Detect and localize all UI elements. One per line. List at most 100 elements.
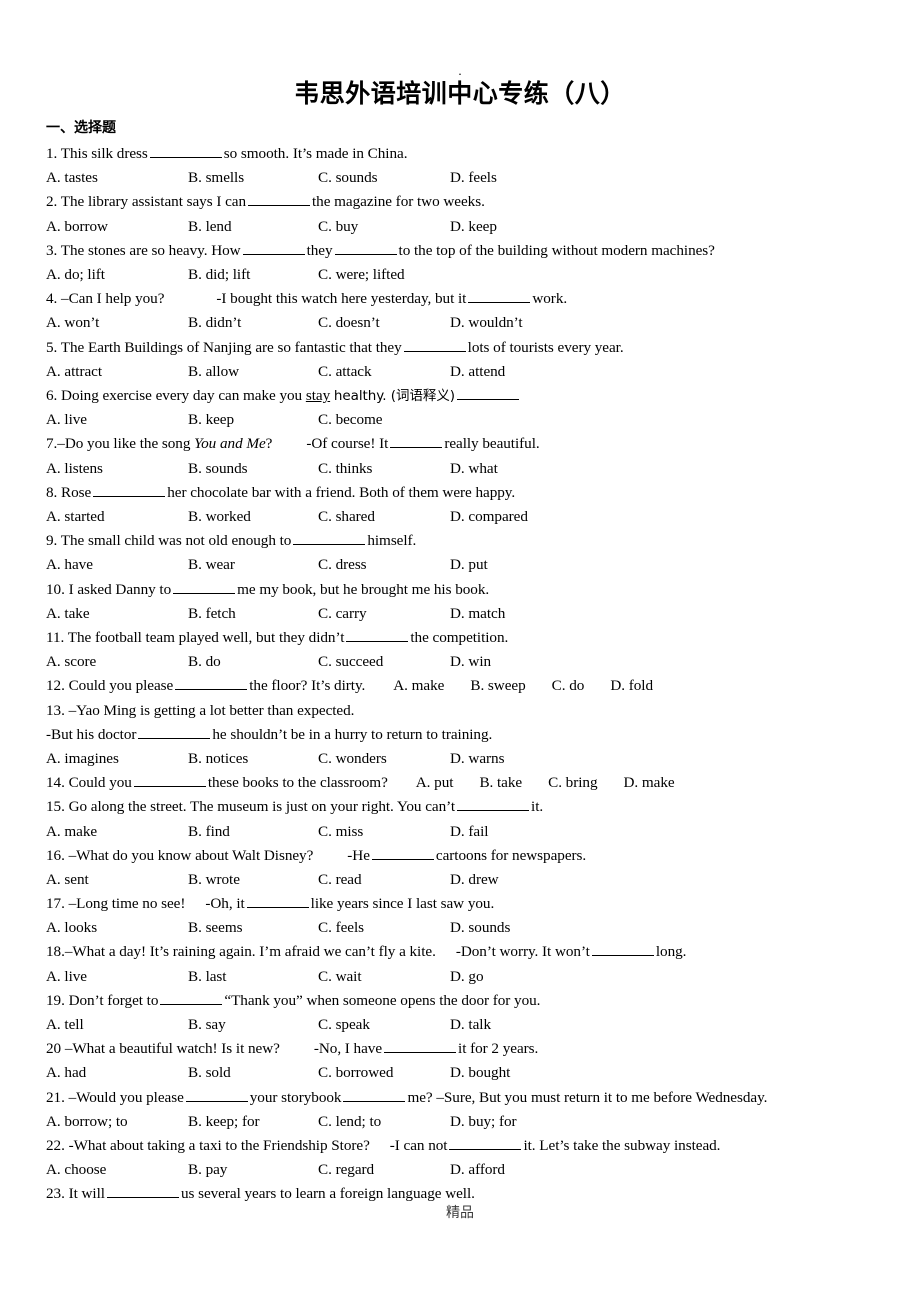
option-b[interactable]: B. sold bbox=[188, 1061, 231, 1085]
answer-blank[interactable] bbox=[175, 676, 248, 691]
option-a[interactable]: A. have bbox=[46, 553, 93, 577]
option-c[interactable]: C. borrowed bbox=[318, 1061, 393, 1085]
option-d[interactable]: D. what bbox=[450, 457, 498, 481]
option-b[interactable]: B. pay bbox=[188, 1158, 227, 1182]
option-a[interactable]: A. put bbox=[416, 771, 454, 795]
option-a[interactable]: A. attract bbox=[46, 360, 102, 384]
option-a[interactable]: A. make bbox=[393, 674, 444, 698]
option-b[interactable]: B. didn’t bbox=[188, 311, 241, 335]
answer-blank[interactable] bbox=[343, 1088, 406, 1102]
option-b[interactable]: B. keep bbox=[188, 408, 234, 432]
option-a[interactable]: A. borrow bbox=[46, 215, 108, 239]
option-b[interactable]: B. last bbox=[188, 965, 227, 989]
option-c[interactable]: C. read bbox=[318, 868, 362, 892]
option-d[interactable]: D. win bbox=[450, 650, 491, 674]
option-a[interactable]: A. had bbox=[46, 1061, 86, 1085]
option-a[interactable]: A. borrow; to bbox=[46, 1110, 128, 1134]
answer-blank[interactable] bbox=[160, 991, 223, 1005]
option-c[interactable]: C. succeed bbox=[318, 650, 383, 674]
answer-blank[interactable] bbox=[346, 628, 409, 642]
answer-blank[interactable] bbox=[133, 773, 206, 788]
answer-blank[interactable] bbox=[106, 1184, 179, 1199]
option-b[interactable]: B. do bbox=[188, 650, 221, 674]
option-a[interactable]: A. imagines bbox=[46, 747, 119, 771]
option-d[interactable]: D. talk bbox=[450, 1013, 491, 1037]
option-b[interactable]: B. seems bbox=[188, 916, 243, 940]
option-c[interactable]: C. wonders bbox=[318, 747, 387, 771]
answer-blank[interactable] bbox=[293, 531, 366, 546]
option-c[interactable]: C. doesn’t bbox=[318, 311, 380, 335]
option-c[interactable]: C. do bbox=[552, 674, 585, 698]
answer-blank[interactable] bbox=[403, 338, 466, 352]
option-c[interactable]: C. lend; to bbox=[318, 1110, 381, 1134]
option-a[interactable]: A. choose bbox=[46, 1158, 106, 1182]
answer-blank[interactable] bbox=[173, 580, 236, 594]
option-c[interactable]: C. shared bbox=[318, 505, 375, 529]
option-b[interactable]: B. wrote bbox=[188, 868, 240, 892]
answer-blank[interactable] bbox=[246, 894, 309, 909]
option-a[interactable]: A. do; lift bbox=[46, 263, 105, 287]
answer-blank[interactable] bbox=[468, 289, 531, 304]
option-d[interactable]: D. fail bbox=[450, 820, 489, 844]
option-b[interactable]: B. lend bbox=[188, 215, 232, 239]
option-b[interactable]: B. say bbox=[188, 1013, 226, 1037]
option-c[interactable]: C. thinks bbox=[318, 457, 372, 481]
answer-blank[interactable] bbox=[591, 942, 654, 957]
option-b[interactable]: B. allow bbox=[188, 360, 239, 384]
option-b[interactable]: B. smells bbox=[188, 166, 244, 190]
answer-blank[interactable] bbox=[185, 1088, 248, 1102]
option-d[interactable]: D. buy; for bbox=[450, 1110, 517, 1134]
option-a[interactable]: A. live bbox=[46, 965, 87, 989]
option-a[interactable]: A. take bbox=[46, 602, 90, 626]
option-d[interactable]: D. go bbox=[450, 965, 484, 989]
answer-blank[interactable] bbox=[149, 144, 222, 158]
option-b[interactable]: B. wear bbox=[188, 553, 235, 577]
option-b[interactable]: B. notices bbox=[188, 747, 248, 771]
option-b[interactable]: B. sounds bbox=[188, 457, 248, 481]
option-c[interactable]: C. attack bbox=[318, 360, 372, 384]
option-a[interactable]: A. tell bbox=[46, 1013, 84, 1037]
option-c[interactable]: C. speak bbox=[318, 1013, 370, 1037]
option-b[interactable]: B. sweep bbox=[470, 674, 525, 698]
option-a[interactable]: A. sent bbox=[46, 868, 89, 892]
option-c[interactable]: C. bring bbox=[548, 771, 597, 795]
answer-blank[interactable] bbox=[449, 1136, 522, 1151]
answer-blank[interactable] bbox=[371, 846, 434, 860]
answer-blank[interactable] bbox=[457, 797, 530, 812]
option-d[interactable]: D. fold bbox=[610, 674, 653, 698]
option-a[interactable]: A. make bbox=[46, 820, 97, 844]
option-c[interactable]: C. feels bbox=[318, 916, 364, 940]
answer-blank[interactable] bbox=[457, 386, 520, 400]
option-d[interactable]: D. make bbox=[624, 771, 675, 795]
option-a[interactable]: A. looks bbox=[46, 916, 97, 940]
option-d[interactable]: D. keep bbox=[450, 215, 497, 239]
answer-blank[interactable] bbox=[390, 434, 443, 449]
option-c[interactable]: C. miss bbox=[318, 820, 363, 844]
option-c[interactable]: C. dress bbox=[318, 553, 367, 577]
answer-blank[interactable] bbox=[248, 192, 310, 207]
option-a[interactable]: A. score bbox=[46, 650, 96, 674]
option-d[interactable]: D. sounds bbox=[450, 916, 510, 940]
option-d[interactable]: D. compared bbox=[450, 505, 528, 529]
option-b[interactable]: B. did; lift bbox=[188, 263, 250, 287]
option-d[interactable]: D. attend bbox=[450, 360, 505, 384]
option-d[interactable]: D. put bbox=[450, 553, 488, 577]
option-c[interactable]: C. regard bbox=[318, 1158, 374, 1182]
option-d[interactable]: D. warns bbox=[450, 747, 504, 771]
option-a[interactable]: A. won’t bbox=[46, 311, 99, 335]
answer-blank[interactable] bbox=[334, 241, 397, 255]
option-c[interactable]: C. carry bbox=[318, 602, 367, 626]
answer-blank[interactable] bbox=[93, 483, 166, 497]
option-a[interactable]: A. tastes bbox=[46, 166, 98, 190]
option-a[interactable]: A. live bbox=[46, 408, 87, 432]
option-c[interactable]: C. become bbox=[318, 408, 383, 432]
option-d[interactable]: D. bought bbox=[450, 1061, 510, 1085]
option-d[interactable]: D. drew bbox=[450, 868, 499, 892]
option-b[interactable]: B. keep; for bbox=[188, 1110, 260, 1134]
option-a[interactable]: A. started bbox=[46, 505, 105, 529]
option-b[interactable]: B. worked bbox=[188, 505, 251, 529]
option-c[interactable]: C. were; lifted bbox=[318, 263, 405, 287]
option-b[interactable]: B. find bbox=[188, 820, 230, 844]
option-c[interactable]: C. wait bbox=[318, 965, 362, 989]
answer-blank[interactable] bbox=[242, 241, 305, 255]
